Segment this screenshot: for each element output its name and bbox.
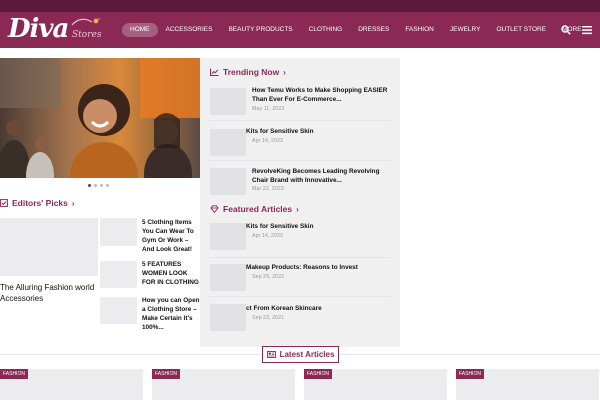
- nav-item-fashion[interactable]: FASHION: [397, 23, 442, 37]
- pick-thumbnail[interactable]: [100, 261, 137, 288]
- pick-title[interactable]: How you can Open a Clothing Store – Make…: [142, 296, 202, 332]
- article-card[interactable]: FASHION: [152, 369, 295, 400]
- featured-pick-title[interactable]: The Alluring Fashion world Accessories: [0, 282, 100, 304]
- hero-slide-image[interactable]: [0, 58, 200, 178]
- logo-text: Diva: [8, 14, 69, 44]
- chevron-right-icon: ›: [283, 67, 286, 77]
- chevron-right-icon: ›: [296, 204, 299, 214]
- slider-dot[interactable]: [106, 184, 109, 187]
- logo-flourish-icon: [71, 17, 101, 26]
- trending-title: Trending Now: [223, 67, 280, 77]
- slider-dot[interactable]: [88, 184, 91, 187]
- featured-item-date: Apr 14, 2023: [252, 233, 283, 239]
- trending-thumbnail[interactable]: [210, 129, 246, 156]
- pick-title[interactable]: 5 FEATURES WOMEN LOOK FOR IN CLOTHING: [142, 260, 202, 287]
- featured-item-title[interactable]: Makeup Products: Reasons to Invest: [246, 263, 386, 272]
- featured-title: Featured Articles: [223, 204, 293, 214]
- newspaper-icon: [266, 351, 276, 358]
- editors-picks-heading[interactable]: Editors' Picks ›: [0, 198, 75, 208]
- article-card[interactable]: FASHION: [304, 369, 447, 400]
- search-icon[interactable]: [561, 25, 571, 35]
- chevron-right-icon: ›: [71, 198, 75, 208]
- menu-icon[interactable]: [582, 25, 592, 35]
- nav-item-beauty-products[interactable]: BEAUTY PRODUCTS: [220, 23, 300, 37]
- nav-item-jewelry[interactable]: JEWELRY: [442, 23, 489, 37]
- divider: [210, 120, 390, 121]
- featured-item-title[interactable]: ct From Korean Skincare: [246, 304, 386, 313]
- featured-item-date: Sep 29, 2022: [252, 274, 285, 280]
- editors-picks-title: Editors' Picks: [12, 198, 68, 208]
- nav-item-clothing[interactable]: CLOTHING: [301, 23, 351, 37]
- article-card[interactable]: FASHION: [0, 369, 143, 400]
- trending-chart-icon: [210, 68, 219, 76]
- nav-item-dresses[interactable]: DRESSES: [350, 23, 397, 37]
- divider: [210, 296, 390, 297]
- featured-pick-image[interactable]: [0, 218, 98, 276]
- trending-heading[interactable]: Trending Now ›: [210, 67, 286, 77]
- latest-articles-heading[interactable]: Latest Articles: [262, 346, 339, 363]
- logo-subtext: Stores: [72, 30, 102, 40]
- trending-item-title[interactable]: How Temu Works to Make Shopping EASIER T…: [252, 86, 392, 104]
- checkbox-icon: [0, 199, 8, 207]
- divider: [210, 160, 390, 161]
- diamond-icon: [210, 205, 219, 213]
- category-badge[interactable]: FASHION: [152, 369, 180, 379]
- pick-thumbnail[interactable]: [100, 297, 137, 324]
- latest-articles-title: Latest Articles: [279, 350, 335, 359]
- trending-item-date: May 11, 2023: [252, 106, 285, 112]
- featured-thumbnail[interactable]: [210, 223, 246, 250]
- nav-item-home[interactable]: HOME: [122, 23, 158, 37]
- slider-dot[interactable]: [100, 184, 103, 187]
- category-badge[interactable]: FASHION: [304, 369, 332, 379]
- nav-item-outlet-store[interactable]: OUTLET STORE: [488, 23, 554, 37]
- trending-thumbnail[interactable]: [210, 88, 246, 115]
- slider-dot[interactable]: [94, 184, 97, 187]
- pick-title[interactable]: 5 Clothing Items You Can Wear To Gym Or …: [142, 218, 202, 254]
- featured-item-date: Sep 23, 2021: [252, 315, 285, 321]
- trending-thumbnail[interactable]: [210, 168, 246, 195]
- site-logo[interactable]: Diva Stores: [6, 14, 104, 46]
- nav-item-accessories[interactable]: ACCESSORIES: [158, 23, 221, 37]
- main-nav: HOME ACCESSORIES BEAUTY PRODUCTS CLOTHIN…: [122, 12, 598, 48]
- trending-item-date: Apr 14, 2023: [252, 138, 283, 144]
- site-header: Diva Stores HOME ACCESSORIES BEAUTY PROD…: [0, 12, 600, 48]
- divider: [210, 257, 390, 258]
- hero-photo: [0, 58, 200, 178]
- slider-dots: [88, 184, 109, 187]
- featured-thumbnail[interactable]: [210, 304, 246, 331]
- top-strip: [0, 0, 600, 12]
- category-badge[interactable]: FASHION: [0, 369, 28, 379]
- pick-thumbnail[interactable]: [100, 218, 137, 246]
- trending-item-title[interactable]: RevolveKing Becomes Leading Revolving Ch…: [252, 167, 392, 185]
- article-card[interactable]: FASHION: [456, 369, 599, 400]
- trending-item-date: Mar 22, 2023: [252, 186, 284, 192]
- featured-thumbnail[interactable]: [210, 264, 246, 291]
- featured-item-title[interactable]: Kits for Sensitive Skin: [246, 222, 386, 231]
- category-badge[interactable]: FASHION: [456, 369, 484, 379]
- trending-item-title[interactable]: Kits for Sensitive Skin: [246, 127, 386, 136]
- featured-heading[interactable]: Featured Articles ›: [210, 204, 299, 214]
